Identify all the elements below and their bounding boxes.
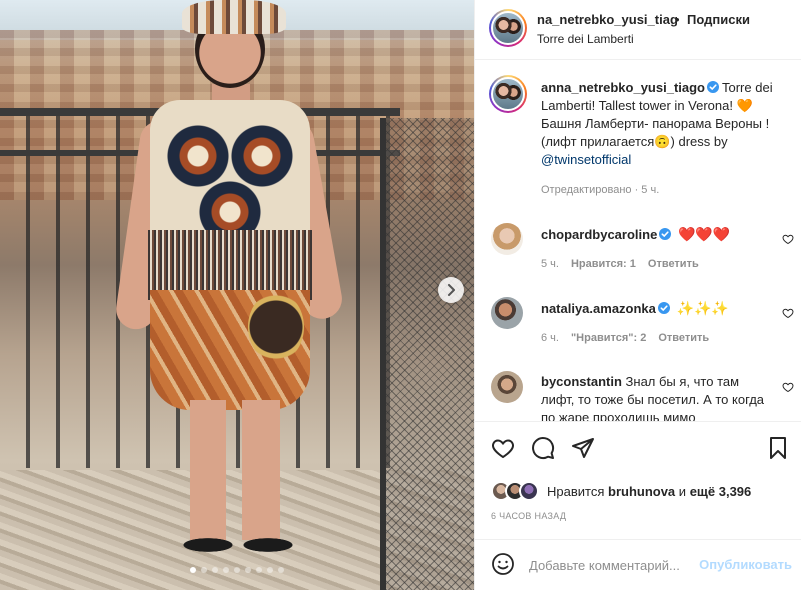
comment-time: 5 ч.	[541, 258, 559, 270]
verified-badge-icon	[659, 228, 672, 240]
save-bookmark-icon[interactable]	[766, 436, 790, 460]
comment-text: chopardbycaroline ❤️❤️❤️	[541, 225, 771, 244]
comment-input[interactable]	[529, 554, 699, 576]
orange-heart-emoji: 🧡	[736, 98, 753, 113]
emoji-smiley-icon[interactable]	[491, 552, 515, 576]
commenter-avatar[interactable]	[491, 371, 523, 403]
post-time-ago[interactable]: 6 ЧАСОВ НАЗАД	[491, 511, 566, 521]
like-comment-heart-icon[interactable]	[782, 233, 794, 245]
carousel-dot	[278, 567, 284, 573]
comment-meta: 6 ч. "Нравится": 2 Ответить	[541, 332, 709, 344]
carousel-dot	[256, 567, 262, 573]
comment-likes[interactable]: Нравится: 1	[571, 258, 636, 270]
likes-conjunction: и	[678, 483, 687, 499]
liker-avatar	[519, 481, 539, 501]
reply-button[interactable]: Ответить	[658, 332, 709, 344]
like-comment-heart-icon[interactable]	[782, 381, 794, 393]
author-username[interactable]: na_netrebko_yusi_tiago	[537, 12, 677, 27]
commenter-avatar[interactable]	[491, 297, 523, 329]
carousel-dot	[245, 567, 251, 573]
carousel-dot	[212, 567, 218, 573]
carousel-dot	[234, 567, 240, 573]
carousel-indicator	[0, 567, 474, 573]
verified-badge-icon	[657, 302, 670, 314]
caption-meta: Отредактировано · 5 ч.	[541, 184, 660, 196]
upside-down-face-emoji: 🙃	[654, 134, 671, 149]
comment-time: 6 ч.	[541, 332, 559, 344]
post-header: na_netrebko_yusi_tiago • Подписки Torre …	[475, 0, 801, 60]
following-button[interactable]: Подписки	[687, 12, 750, 27]
author-avatar[interactable]	[489, 9, 527, 47]
likes-text: Нравится bruhunova и ещё 3,396	[547, 484, 751, 499]
share-paper-plane-icon[interactable]	[571, 436, 595, 460]
likes-summary[interactable]: Нравится bruhunova и ещё 3,396	[491, 480, 751, 502]
carousel-dot	[190, 567, 196, 573]
publish-button[interactable]: Опубликовать	[699, 557, 792, 572]
caption-mention-link[interactable]: @twinsetofficial	[541, 152, 631, 167]
caption-author-avatar[interactable]	[489, 75, 527, 113]
comments-section[interactable]: anna_netrebko_yusi_tiago Torre dei Lamber…	[475, 61, 801, 421]
header-separator: •	[675, 12, 680, 27]
caption-text-3: ) dress by	[670, 134, 728, 149]
carousel-dot	[201, 567, 207, 573]
post-media[interactable]	[0, 0, 474, 590]
liked-by-username[interactable]: bruhunova	[608, 484, 675, 499]
likes-count[interactable]: ещё 3,396	[690, 484, 752, 499]
chevron-right-icon	[448, 284, 455, 296]
post-location[interactable]: Torre dei Lamberti	[537, 32, 634, 46]
photo-mesh-fence	[380, 118, 474, 590]
verified-badge-icon	[707, 81, 719, 93]
comment-text: byconstantin Знал бы я, что там лифт, то…	[541, 373, 771, 421]
comment-meta: 5 ч. Нравится: 1 Ответить	[541, 258, 699, 270]
carousel-dot	[267, 567, 273, 573]
post-side-panel: na_netrebko_yusi_tiago • Подписки Torre …	[474, 0, 801, 590]
reply-button[interactable]: Ответить	[648, 258, 699, 270]
photo-person	[113, 0, 346, 590]
comment-body: ✨✨✨	[676, 300, 729, 316]
comment-username[interactable]: byconstantin	[541, 374, 622, 389]
likes-prefix: Нравится	[547, 483, 605, 499]
comment-composer: Опубликовать	[475, 539, 801, 590]
comment-likes[interactable]: "Нравится": 2	[571, 332, 646, 344]
caption-username[interactable]: anna_netrebko_yusi_tiago	[541, 80, 705, 95]
comment-username[interactable]: nataliya.amazonka	[541, 301, 656, 316]
comment-bubble-icon[interactable]	[531, 436, 555, 460]
post-caption: anna_netrebko_yusi_tiago Torre dei Lamber…	[541, 79, 789, 169]
post-actions: Нравится bruhunova и ещё 3,396 6 ЧАСОВ Н…	[475, 421, 801, 551]
comment-username[interactable]: chopardbycaroline	[541, 227, 657, 242]
comment-body: ❤️❤️❤️	[677, 226, 731, 242]
comment-text: nataliya.amazonka ✨✨✨	[541, 299, 771, 318]
carousel-dot	[223, 567, 229, 573]
carousel-next-button[interactable]	[438, 277, 464, 303]
like-heart-icon[interactable]	[491, 436, 515, 460]
commenter-avatar[interactable]	[491, 223, 523, 255]
like-comment-heart-icon[interactable]	[782, 307, 794, 319]
